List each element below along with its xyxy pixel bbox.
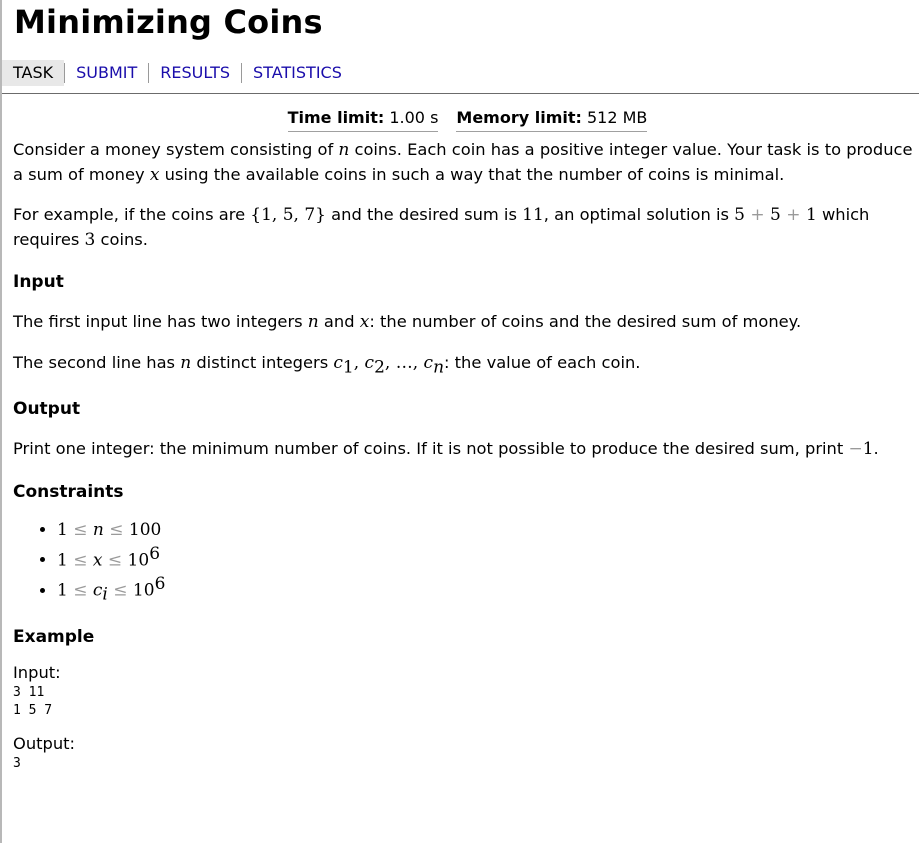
math-number: 10: [127, 550, 150, 571]
output-heading: Output: [13, 399, 81, 420]
task-nav: TASK SUBMIT RESULTS STATISTICS: [2, 60, 353, 86]
text: and: [318, 312, 360, 331]
math-subscript: 2: [374, 356, 385, 377]
constraint-item: 1 ≤ n ≤ 100: [57, 518, 913, 542]
tab-results[interactable]: RESULTS: [149, 60, 241, 86]
text: , an optimal solution is: [543, 205, 735, 224]
tab-task[interactable]: TASK: [2, 60, 65, 86]
math-var: x: [359, 312, 370, 332]
text: For example, if the coins are: [13, 205, 251, 224]
text: The first input line has two integers: [13, 312, 308, 331]
math-number: 5: [770, 205, 781, 225]
math-number: 1: [805, 205, 817, 225]
math-var: x: [149, 164, 160, 185]
math-var: n: [338, 140, 350, 160]
math-set: {1, 5, 7}: [250, 205, 326, 225]
math-var: n: [180, 352, 192, 373]
input-line-2: The second line has n distinct integers …: [13, 352, 641, 377]
memory-limit-label: Memory limit:: [456, 108, 582, 127]
constraints-list: 1 ≤ n ≤ 100 1 ≤ x ≤ 106 1 ≤ ci ≤ 106: [13, 518, 913, 607]
tab-submit[interactable]: SUBMIT: [65, 60, 148, 86]
math-number: 10: [132, 580, 155, 601]
text: : the number of coins and the desired su…: [369, 312, 802, 331]
math-operator: −: [848, 439, 863, 460]
example-input-label: Input:: [13, 662, 61, 682]
math-number: 1: [862, 439, 874, 460]
math-number: 5: [734, 205, 745, 225]
text: The second line has: [13, 352, 181, 372]
math-var: n: [92, 519, 104, 540]
math-number: 100: [128, 519, 162, 540]
example-input: 3 11 1 5 7: [13, 684, 53, 718]
statement-paragraph-2: For example, if the coins are {1, 5, 7} …: [13, 203, 913, 252]
input-line-1: The first input line has two integers n …: [13, 310, 913, 335]
text: .: [873, 439, 879, 459]
text: Consider a money system consisting of: [13, 140, 339, 159]
memory-limit: Memory limit: 512 MB: [456, 108, 648, 132]
time-limit-value: 1.00 s: [389, 108, 439, 127]
constraint-item: 1 ≤ x ≤ 106: [57, 542, 913, 572]
constraints-heading: Constraints: [13, 481, 124, 502]
math-exponent: 6: [154, 574, 166, 595]
limits-bar: Time limit: 1.00 s Memory limit: 512 MB: [8, 108, 919, 132]
math-operator: +: [744, 205, 771, 225]
text: coins.: [95, 229, 148, 249]
math-subscript: 1: [342, 356, 354, 377]
left-border: [0, 0, 2, 843]
memory-limit-value: 512 MB: [587, 108, 648, 127]
text: distinct integers: [191, 352, 334, 372]
math-number: 11: [522, 205, 544, 225]
time-limit-label: Time limit:: [287, 108, 385, 127]
math-number: 3: [84, 229, 96, 250]
math-var: n: [307, 312, 319, 332]
text: using the available coins in such a way …: [159, 164, 785, 184]
example-heading: Example: [13, 626, 95, 647]
math-var: c: [92, 580, 103, 601]
math-operator: +: [780, 205, 806, 225]
output-text: Print one integer: the minimum number of…: [13, 437, 913, 462]
input-heading: Input: [13, 272, 64, 292]
math-ellipsis: …: [395, 352, 413, 373]
math-number: 1: [57, 519, 68, 540]
math-exponent: 6: [149, 543, 161, 564]
text: Print one integer: the minimum number of…: [13, 439, 849, 459]
task-statement: Consider a money system consisting of n …: [13, 138, 913, 773]
math-var: c: [333, 352, 343, 373]
math-subscript: n: [433, 356, 445, 377]
math-number: 1: [57, 580, 68, 601]
math-var: c: [423, 352, 434, 373]
statement-paragraph-1: Consider a money system consisting of n …: [13, 138, 913, 187]
time-limit: Time limit: 1.00 s: [287, 108, 439, 132]
text: : the value of each coin.: [444, 352, 641, 372]
tab-statistics[interactable]: STATISTICS: [242, 60, 353, 86]
nav-divider: [2, 93, 919, 94]
math-number: 1: [57, 550, 68, 571]
constraint-item: 1 ≤ ci ≤ 106: [57, 572, 913, 607]
page-title: Minimizing Coins: [14, 3, 323, 41]
example-output: 3: [13, 755, 21, 771]
math-var: c: [364, 352, 375, 373]
text: and the desired sum is: [326, 205, 523, 224]
example-output-label: Output:: [13, 733, 76, 753]
